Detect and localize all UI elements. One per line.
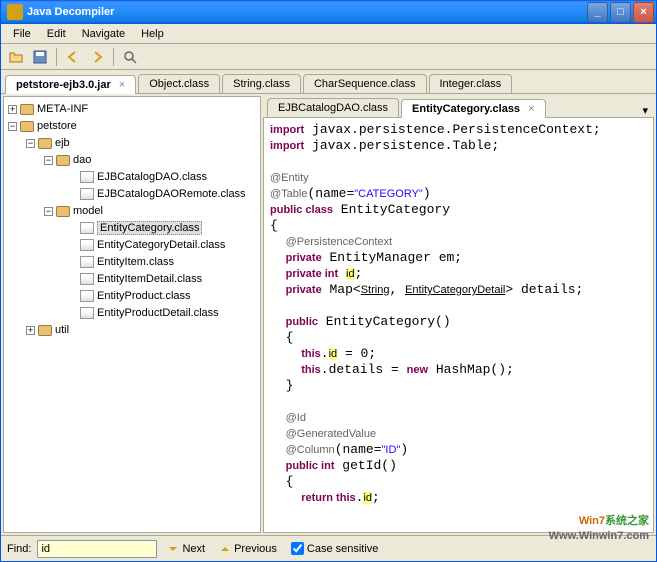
tree-util[interactable]: util	[55, 324, 69, 336]
editor-tab-entitycategory[interactable]: EntityCategory.class×	[401, 99, 545, 118]
find-prev-button[interactable]: Previous	[215, 541, 281, 557]
package-icon	[38, 138, 52, 149]
class-icon	[80, 171, 94, 183]
editor-menu-button[interactable]: ▾	[636, 104, 654, 117]
tab-integer[interactable]: Integer.class	[429, 74, 513, 93]
find-bar: Find: Next Previous Case sensitive	[1, 535, 656, 561]
menu-bar: File Edit Navigate Help	[1, 24, 656, 44]
package-icon	[56, 155, 70, 166]
menu-help[interactable]: Help	[133, 26, 172, 42]
tree-entityitemdetail[interactable]: EntityItemDetail.class	[97, 273, 202, 285]
collapse-icon[interactable]: −	[44, 156, 53, 165]
collapse-icon[interactable]: −	[8, 122, 17, 131]
source-code-viewer[interactable]: import javax.persistence.PersistenceCont…	[263, 118, 654, 533]
collapse-icon[interactable]: −	[44, 207, 53, 216]
tab-string[interactable]: String.class	[222, 74, 301, 93]
menu-file[interactable]: File	[5, 26, 39, 42]
tree-ejb[interactable]: ejb	[55, 137, 70, 149]
tree-dao[interactable]: dao	[73, 154, 91, 166]
package-tree[interactable]: +META-INF −petstore −ejb −dao EJBCatalog…	[3, 96, 261, 533]
tab-jar[interactable]: petstore-ejb3.0.jar×	[5, 75, 136, 94]
tree-dao-c1[interactable]: EJBCatalogDAO.class	[97, 171, 207, 183]
back-button[interactable]	[62, 46, 84, 68]
tree-entitycategorydetail[interactable]: EntityCategoryDetail.class	[97, 239, 225, 251]
class-icon	[80, 256, 94, 268]
menu-navigate[interactable]: Navigate	[74, 26, 133, 42]
editor-tab-bar: EJBCatalogDAO.class EntityCategory.class…	[263, 96, 654, 118]
editor-tab-ejbcatalogdao[interactable]: EJBCatalogDAO.class	[267, 98, 399, 117]
tree-entityproduct[interactable]: EntityProduct.class	[97, 290, 191, 302]
toolbar-separator	[113, 48, 114, 66]
expand-icon[interactable]: +	[26, 326, 35, 335]
find-label: Find:	[7, 543, 31, 555]
class-icon	[80, 222, 94, 234]
tree-entityitem[interactable]: EntityItem.class	[97, 256, 174, 268]
search-button[interactable]	[119, 46, 141, 68]
class-icon	[80, 307, 94, 319]
find-next-button[interactable]: Next	[163, 541, 209, 557]
class-icon	[80, 239, 94, 251]
tree-dao-c2[interactable]: EJBCatalogDAORemote.class	[97, 188, 246, 200]
class-icon	[80, 290, 94, 302]
tab-object[interactable]: Object.class	[138, 74, 220, 93]
close-icon[interactable]: ×	[528, 103, 534, 115]
close-icon[interactable]: ×	[119, 79, 125, 91]
title-bar: Java Decompiler _ □ ×	[1, 0, 656, 24]
tree-petstore[interactable]: petstore	[37, 120, 77, 132]
window-title: Java Decompiler	[27, 6, 114, 18]
toolbar-separator	[56, 48, 57, 66]
tree-entityproductdetail[interactable]: EntityProductDetail.class	[97, 307, 219, 319]
tree-model[interactable]: model	[73, 205, 103, 217]
package-icon	[20, 121, 34, 132]
forward-button[interactable]	[86, 46, 108, 68]
tab-charsequence[interactable]: CharSequence.class	[303, 74, 427, 93]
class-icon	[80, 188, 94, 200]
collapse-icon[interactable]: −	[26, 139, 35, 148]
expand-icon[interactable]: +	[8, 105, 17, 114]
menu-edit[interactable]: Edit	[39, 26, 74, 42]
find-input[interactable]	[37, 540, 157, 558]
package-icon	[20, 104, 34, 115]
main-tab-bar: petstore-ejb3.0.jar× Object.class String…	[1, 70, 656, 94]
case-sensitive-checkbox[interactable]: Case sensitive	[287, 540, 383, 557]
save-button[interactable]	[29, 46, 51, 68]
toolbar	[1, 44, 656, 70]
close-button[interactable]: ×	[633, 2, 654, 23]
package-icon	[56, 206, 70, 217]
tree-metainf[interactable]: META-INF	[37, 103, 88, 115]
package-icon	[38, 325, 52, 336]
class-icon	[80, 273, 94, 285]
app-icon	[7, 4, 23, 20]
minimize-button[interactable]: _	[587, 2, 608, 23]
maximize-button[interactable]: □	[610, 2, 631, 23]
open-button[interactable]	[5, 46, 27, 68]
tree-entitycategory[interactable]: EntityCategory.class	[97, 221, 202, 235]
